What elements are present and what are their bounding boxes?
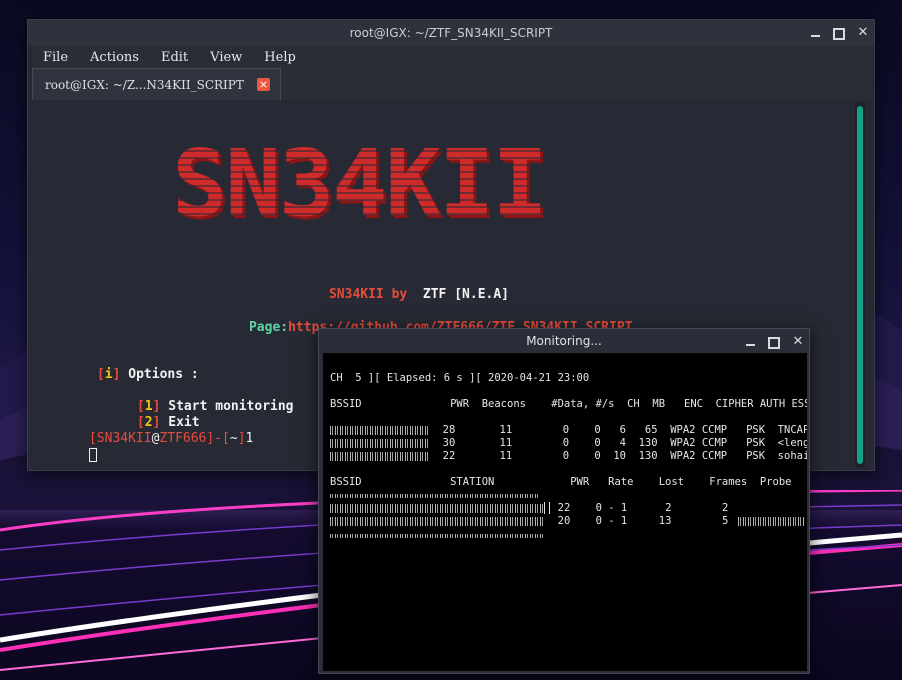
monitoring-window: Monitoring... ✕ CH 5 ][ Elapsed: 6 s ][ … bbox=[318, 328, 810, 674]
terminal-scrollbar[interactable] bbox=[855, 102, 865, 468]
input-cursor bbox=[42, 433, 97, 479]
terminal-titlebar[interactable]: root@IGX: ~/ZTF_SN34KII_SCRIPT ✕ bbox=[28, 20, 874, 46]
redacted-bssid bbox=[330, 438, 430, 448]
ap-row: 22 11 0 0 10 130 WPA2 CCMP PSK sohai bbox=[330, 450, 807, 462]
menu-help[interactable]: Help bbox=[253, 50, 307, 65]
menu-file[interactable]: File bbox=[32, 50, 79, 65]
ap-table-header: BSSID PWR Beacons #Data, #/s CH MB ENC C… bbox=[330, 398, 807, 410]
monitoring-window-controls: ✕ bbox=[743, 329, 805, 355]
prompt-host: ZTF666 bbox=[159, 431, 207, 446]
cursor-block bbox=[88, 448, 97, 462]
redacted-probe bbox=[738, 515, 804, 527]
prompt-path: ~ bbox=[229, 431, 238, 446]
redacted-row-bottom bbox=[330, 530, 545, 542]
text-cursor-icon bbox=[544, 502, 550, 514]
tab-close-icon[interactable]: × bbox=[257, 78, 270, 91]
monitoring-title: Monitoring... bbox=[526, 334, 602, 348]
terminal-menubar: File Actions Edit View Help bbox=[32, 46, 872, 68]
ap-row: 28 11 0 0 6 65 WPA2 CCMP PSK TNCAP bbox=[330, 424, 807, 436]
redacted-row-top bbox=[330, 490, 540, 502]
station-table-header: BSSID STATION PWR Rate Lost Frames Probe bbox=[330, 476, 792, 488]
status-line: CH 5 ][ Elapsed: 6 s ][ 2020-04-21 23:00 bbox=[330, 372, 590, 384]
options-label: Options : bbox=[128, 367, 199, 382]
credit-author: ZTF [N.E.A] bbox=[422, 287, 509, 302]
station-row: 22 0 - 1 2 2 bbox=[330, 502, 728, 514]
redacted-station bbox=[330, 516, 545, 526]
close-icon[interactable]: ✕ bbox=[856, 26, 870, 40]
redacted-station bbox=[330, 503, 545, 513]
station-row: 20 0 - 1 13 5 bbox=[330, 515, 728, 527]
minimize-icon[interactable] bbox=[808, 26, 822, 40]
menu-edit[interactable]: Edit bbox=[150, 50, 199, 65]
terminal-tab-label: root@IGX: ~/Z...N34KII_SCRIPT bbox=[45, 77, 244, 92]
monitoring-titlebar[interactable]: Monitoring... ✕ bbox=[319, 329, 809, 353]
page-label: Page: bbox=[248, 320, 289, 335]
menu-actions[interactable]: Actions bbox=[79, 50, 150, 65]
terminal-tabbar: root@IGX: ~/Z...N34KII_SCRIPT × bbox=[32, 68, 872, 100]
minimize-icon[interactable] bbox=[743, 335, 757, 349]
credit-name: SN34KII by bbox=[328, 287, 408, 302]
close-icon[interactable]: ✕ bbox=[791, 335, 805, 349]
terminal-window-controls: ✕ bbox=[808, 20, 870, 46]
airodump-output[interactable]: CH 5 ][ Elapsed: 6 s ][ 2020-04-21 23:00… bbox=[323, 353, 807, 671]
ap-row: 30 11 0 0 4 130 WPA2 CCMP PSK <leng bbox=[330, 437, 807, 449]
menu-view[interactable]: View bbox=[199, 50, 253, 65]
redacted-bssid bbox=[330, 451, 430, 461]
prompt-user: SN34KII bbox=[96, 431, 152, 446]
terminal-title: root@IGX: ~/ZTF_SN34KII_SCRIPT bbox=[349, 26, 553, 40]
redacted-bssid bbox=[330, 425, 430, 435]
ascii-banner: SN34KII bbox=[172, 130, 548, 237]
prompt-input: 1 bbox=[245, 431, 254, 446]
maximize-icon[interactable] bbox=[832, 26, 846, 40]
terminal-tab[interactable]: root@IGX: ~/Z...N34KII_SCRIPT × bbox=[32, 68, 281, 100]
scrollbar-thumb[interactable] bbox=[857, 106, 863, 464]
maximize-icon[interactable] bbox=[767, 335, 781, 349]
